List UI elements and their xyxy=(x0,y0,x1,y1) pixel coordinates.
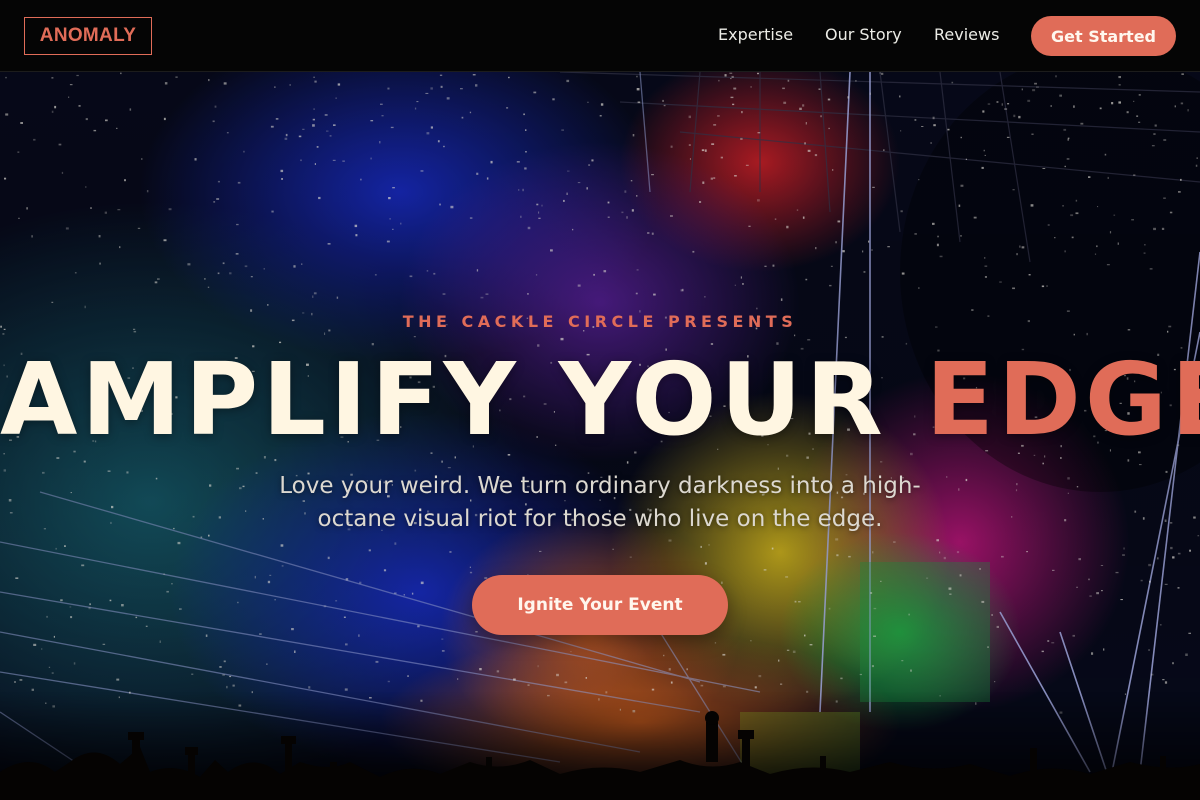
brand-logo[interactable]: ANOMALY xyxy=(24,17,152,55)
hero-eyebrow: THE CACKLE CIRCLE PRESENTS xyxy=(402,312,798,331)
top-nav: ANOMALY Expertise Our Story Reviews Get … xyxy=(0,0,1200,72)
hero-content: THE CACKLE CIRCLE PRESENTS AMPLIFY YOUR … xyxy=(0,72,1200,800)
ignite-event-button[interactable]: Ignite Your Event xyxy=(472,575,728,635)
hero-subtitle: Love your weird. We turn ordinary darkne… xyxy=(279,473,921,532)
hero-headline: AMPLIFY YOUR EDGE xyxy=(0,344,1200,456)
headline-main: AMPLIFY YOUR xyxy=(0,341,887,458)
hero-section: THE CACKLE CIRCLE PRESENTS AMPLIFY YOUR … xyxy=(0,72,1200,800)
nav-link-reviews[interactable]: Reviews xyxy=(934,24,999,46)
nav-link-expertise[interactable]: Expertise xyxy=(718,24,793,46)
headline-accent: EDGE xyxy=(925,341,1200,458)
nav-link-our-story[interactable]: Our Story xyxy=(825,24,902,46)
get-started-button[interactable]: Get Started xyxy=(1031,16,1176,56)
